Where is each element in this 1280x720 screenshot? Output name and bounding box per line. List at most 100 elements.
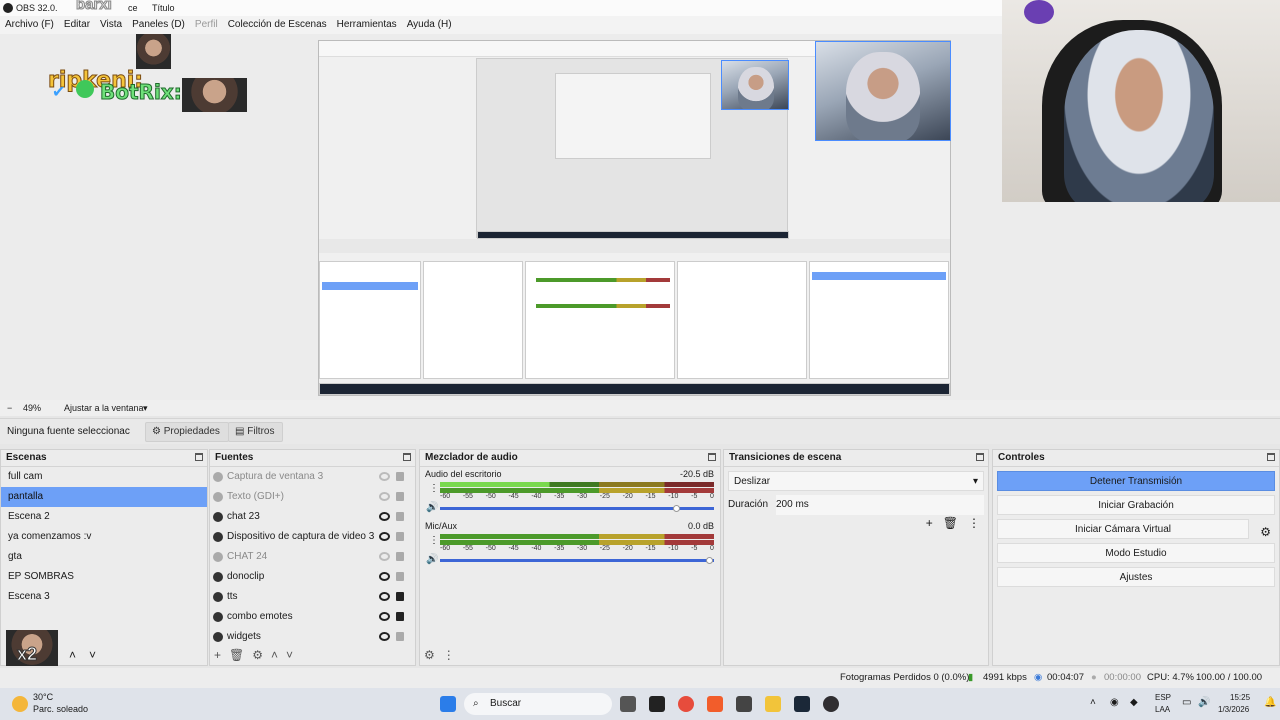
chrome-icon[interactable] (678, 696, 694, 712)
speaker-icon[interactable]: 🔊 (426, 502, 438, 513)
undock-icon[interactable] (403, 453, 411, 461)
eye-off-icon[interactable] (379, 492, 390, 501)
unlock-icon[interactable] (396, 532, 404, 541)
source-move-up-icon[interactable]: ˄ (271, 648, 278, 662)
source-item[interactable]: combo emotes (210, 607, 415, 627)
tray-app-icon[interactable]: ◆ (1130, 697, 1138, 708)
zoom-out-button[interactable]: − (7, 400, 12, 416)
scene-item[interactable]: Escena 3 (1, 587, 207, 607)
menu-help[interactable]: Ayuda (H) (402, 16, 457, 34)
undock-icon[interactable] (976, 453, 984, 461)
properties-button[interactable]: ⚙ Propiedades (145, 422, 229, 442)
zoom-fit-label[interactable]: Ajustar a la ventana (64, 400, 144, 416)
unlock-icon[interactable] (396, 512, 404, 521)
scene-item[interactable]: pantalla (1, 487, 207, 507)
menu-file[interactable]: Archivo (F) (0, 16, 59, 34)
studio-mode-button[interactable]: Modo Estudio (997, 543, 1275, 563)
weather-temp[interactable]: 30°C (33, 692, 53, 702)
language-top[interactable]: ESP (1155, 693, 1171, 702)
track-menu-icon[interactable]: ⋮ (429, 483, 439, 494)
volume-slider[interactable] (440, 557, 714, 564)
scene-item[interactable]: EP SOMBRAS (1, 567, 207, 587)
source-item[interactable]: Texto (GDI+) (210, 487, 415, 507)
undock-icon[interactable] (708, 453, 716, 461)
network-icon[interactable]: ▭ (1182, 697, 1191, 708)
clock-date[interactable]: 1/3/2026 (1218, 705, 1249, 714)
source-item[interactable]: CHAT 24 (210, 547, 415, 567)
volume-knob[interactable] (672, 505, 680, 512)
unlock-icon[interactable] (396, 572, 404, 581)
menu-profile[interactable]: Perfil (190, 16, 223, 34)
language-bottom[interactable]: LAA (1155, 705, 1170, 714)
lock-icon[interactable] (396, 612, 404, 621)
windows-start-icon[interactable] (440, 696, 456, 712)
lock-icon[interactable] (396, 592, 404, 601)
capture-icon[interactable] (736, 696, 752, 712)
volume-icon[interactable]: 🔊 (1198, 697, 1210, 708)
source-item[interactable]: widgets (210, 627, 415, 647)
scene-item[interactable]: gta (1, 547, 207, 567)
source-move-down-icon[interactable]: ˅ (286, 648, 293, 662)
menu-edit[interactable]: Editar (59, 16, 95, 34)
scene-move-up-icon[interactable]: ˄ (69, 648, 76, 662)
unlock-icon[interactable] (396, 552, 404, 561)
menu-tools[interactable]: Herramientas (332, 16, 402, 34)
preview-canvas[interactable] (318, 40, 951, 396)
filters-button[interactable]: ▤ Filtros (228, 422, 284, 442)
mixer-menu-icon[interactable]: ⋮ (443, 648, 455, 662)
source-settings-icon[interactable]: ⚙ (252, 648, 263, 662)
eye-icon[interactable] (379, 532, 390, 541)
start-virtual-camera-button[interactable]: Iniciar Cámara Virtual (997, 519, 1249, 539)
add-transition-icon[interactable]: + (926, 516, 933, 530)
remove-transition-icon[interactable]: 🗑 (943, 516, 958, 530)
discord-icon[interactable]: ◉ (1110, 697, 1119, 708)
start-recording-button[interactable]: Iniciar Grabación (997, 495, 1275, 515)
remove-source-icon[interactable]: 🗑 (229, 648, 244, 662)
eye-icon[interactable] (379, 612, 390, 621)
brave-icon[interactable] (707, 696, 723, 712)
volume-knob[interactable] (705, 557, 713, 564)
duration-input[interactable]: 200 ms (776, 495, 984, 515)
transition-select[interactable]: Deslizar ▾ (728, 471, 984, 491)
eye-icon[interactable] (379, 592, 390, 601)
unlock-icon[interactable] (396, 492, 404, 501)
source-item[interactable]: Dispositivo de captura de video 3 (210, 527, 415, 547)
eye-icon[interactable] (379, 632, 390, 641)
eye-off-icon[interactable] (379, 472, 390, 481)
undock-icon[interactable] (195, 453, 203, 461)
zoom-percent[interactable]: 49% (23, 400, 41, 416)
weather-icon[interactable] (12, 696, 28, 712)
scene-item[interactable]: ya comenzamos :v (1, 527, 207, 547)
add-source-icon[interactable]: + (214, 648, 221, 662)
settings-button[interactable]: Ajustes (997, 567, 1275, 587)
epic-games-icon[interactable] (649, 696, 665, 712)
source-item[interactable]: donoclip (210, 567, 415, 587)
scene-item[interactable]: full cam (1, 467, 207, 487)
scene-move-down-icon[interactable]: ˅ (89, 648, 96, 662)
menu-docks[interactable]: Paneles (D) (127, 16, 190, 34)
file-explorer-icon[interactable] (765, 696, 781, 712)
undock-icon[interactable] (1267, 453, 1275, 461)
menu-view[interactable]: Vista (95, 16, 127, 34)
source-item[interactable]: Captura de ventana 3 (210, 467, 415, 487)
obs-taskbar-icon[interactable] (823, 696, 839, 712)
scene-item[interactable]: Escena 2 (1, 507, 207, 527)
notification-bell-icon[interactable]: 🔔 (1264, 697, 1276, 708)
eye-icon[interactable] (379, 512, 390, 521)
stop-streaming-button[interactable]: Detener Transmisión (997, 471, 1275, 491)
source-item[interactable]: tts (210, 587, 415, 607)
eye-icon[interactable] (379, 572, 390, 581)
clock-time[interactable]: 15:25 (1230, 693, 1250, 702)
unlock-icon[interactable] (396, 632, 404, 641)
unlock-icon[interactable] (396, 472, 404, 481)
menu-scene-collection[interactable]: Colección de Escenas (223, 16, 332, 34)
speaker-icon[interactable]: 🔊 (426, 554, 438, 565)
taskbar-search[interactable]: ⌕ Buscar (464, 693, 612, 715)
task-view-icon[interactable] (620, 696, 636, 712)
tray-chevron-icon[interactable]: ˄ (1090, 697, 1096, 708)
volume-slider[interactable] (440, 505, 714, 512)
weather-desc[interactable]: Parc. soleado (33, 704, 88, 714)
eye-off-icon[interactable] (379, 552, 390, 561)
source-item[interactable]: chat 23 (210, 507, 415, 527)
steam-icon[interactable] (794, 696, 810, 712)
